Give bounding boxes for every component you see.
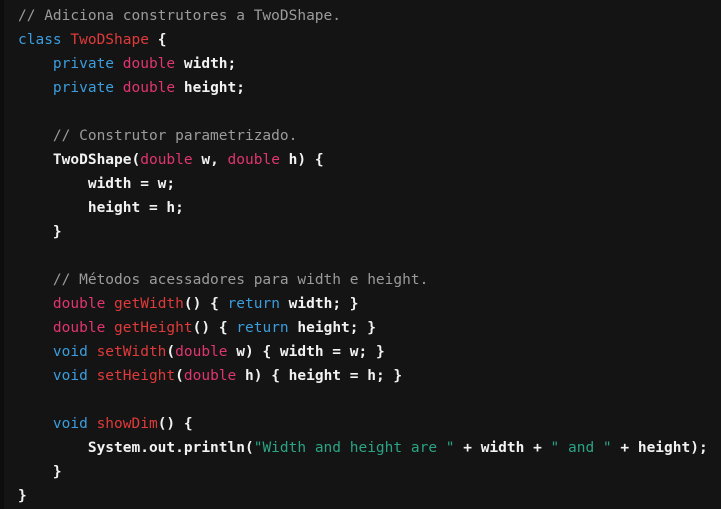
code-line: // Construtor parametrizado.: [0, 124, 721, 148]
code-token-punct: }: [52, 464, 62, 480]
code-token-keyword: void: [52, 416, 88, 432]
code-token-plain: + width +: [454, 440, 551, 456]
code-line: width = w;: [0, 172, 721, 196]
code-token-plain: () {: [192, 320, 237, 336]
code-token-keyword: private: [52, 56, 115, 72]
code-token-method-name: setWidth: [96, 344, 167, 360]
code-token-type: double: [122, 56, 176, 72]
code-token-plain: (: [166, 344, 176, 360]
code-token-plain: () {: [157, 416, 193, 432]
code-token-plain: width = w;: [87, 176, 176, 192]
code-token-plain: (: [175, 368, 184, 384]
code-token-plain: h) {: [279, 152, 324, 168]
code-line: }: [0, 460, 721, 484]
code-token-keyword: void: [52, 368, 88, 384]
code-token-comment: // Adiciona construtores a TwoDShape.: [18, 8, 342, 24]
code-token-plain: w,: [192, 152, 228, 168]
code-token-plain: height = h;: [87, 200, 184, 216]
code-line: TwoDShape(double w, double h) {: [0, 148, 721, 172]
code-token-plain: System.out.println(: [87, 440, 254, 456]
code-token-plain: width; }: [279, 296, 359, 312]
code-token-type: double: [122, 80, 176, 96]
code-editor-viewport[interactable]: // Adiciona construtores a TwoDShape. cla…: [0, 0, 721, 509]
code-token-punct: {: [157, 32, 167, 48]
code-token-method-name: getWidth: [114, 296, 184, 312]
code-line: }: [0, 484, 721, 508]
code-content[interactable]: // Adiciona construtores a TwoDShape. cla…: [0, 0, 721, 508]
code-token-keyword: void: [52, 344, 88, 360]
code-token-keyword: return: [236, 320, 289, 336]
code-token-string: "Width and height are ": [253, 440, 455, 456]
code-token-plain: h) { height = h; }: [236, 368, 403, 384]
code-token-plain: height;: [183, 80, 245, 96]
code-line: void showDim() {: [0, 412, 721, 436]
code-token-method-name: setHeight: [96, 368, 176, 384]
code-token-plain: height; }: [288, 320, 376, 336]
code-line: private double height;: [0, 76, 721, 100]
code-token-plain: () {: [183, 296, 228, 312]
code-token-method-name: showDim: [96, 416, 158, 432]
code-token-keyword: return: [227, 296, 280, 312]
code-line: double getHeight() { return height; }: [0, 316, 721, 340]
code-token-type: double: [140, 152, 193, 168]
code-token-type: double: [52, 296, 106, 312]
code-token-plain: + height);: [611, 440, 708, 456]
code-token-type: double: [183, 368, 237, 384]
code-token-type: double: [52, 320, 106, 336]
code-line: private double width;: [0, 52, 721, 76]
code-token-plain: TwoDShape(: [52, 152, 141, 168]
code-token-keyword: private: [52, 80, 115, 96]
code-token-plain: w) { width = w; }: [227, 344, 385, 360]
code-line: class TwoDShape {: [0, 28, 721, 52]
code-line: height = h;: [0, 196, 721, 220]
code-line: System.out.println("Width and height are…: [0, 436, 721, 460]
code-token-comment: // Construtor parametrizado.: [52, 128, 298, 144]
code-line: void setHeight(double h) { height = h; }: [0, 364, 721, 388]
code-token-comment: // Métodos acessadores para width e heig…: [52, 272, 429, 288]
code-token-punct: }: [18, 488, 27, 504]
code-token-punct: }: [52, 224, 62, 240]
code-line: // Adiciona construtores a TwoDShape.: [0, 4, 721, 28]
code-token-type: double: [227, 152, 280, 168]
code-token-class-name: TwoDShape: [70, 32, 149, 48]
code-line: // Métodos acessadores para width e heig…: [0, 268, 721, 292]
code-line: }: [0, 220, 721, 244]
code-token-type: double: [175, 344, 228, 360]
code-token-string: " and ": [550, 440, 612, 456]
code-token-method-name: getHeight: [114, 320, 193, 336]
code-line: void setWidth(double w) { width = w; }: [0, 340, 721, 364]
code-line: double getWidth() { return width; }: [0, 292, 721, 316]
code-token-plain: width;: [183, 56, 237, 72]
code-token-keyword: class: [18, 32, 62, 48]
